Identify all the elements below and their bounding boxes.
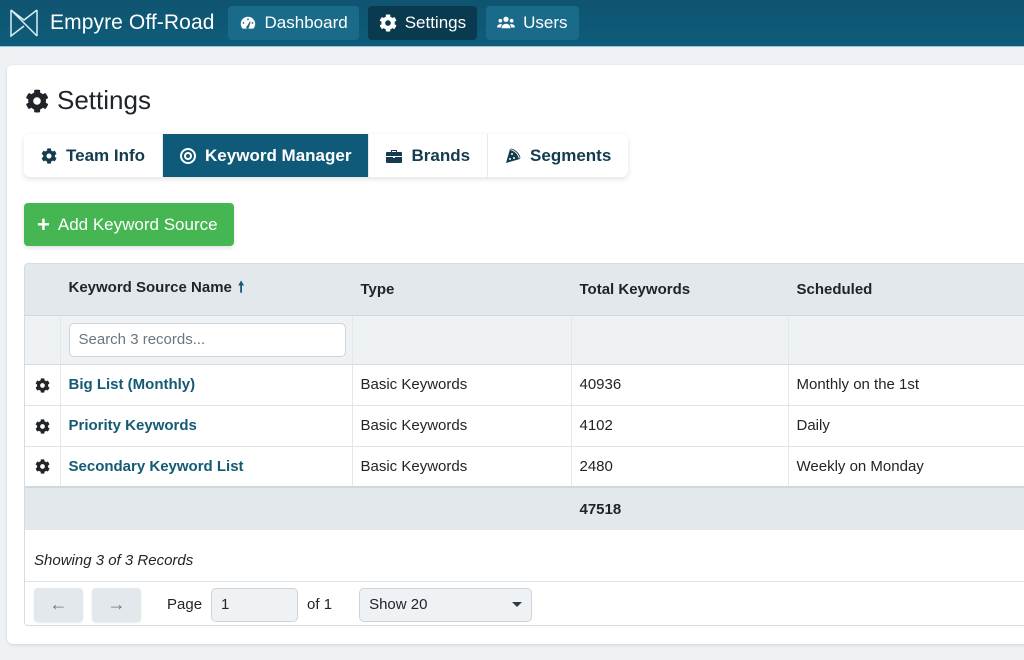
pizza-slice-icon xyxy=(506,148,521,163)
briefcase-icon xyxy=(386,149,403,163)
row-settings-button[interactable] xyxy=(25,405,61,447)
tab-brands-label: Brands xyxy=(411,145,471,165)
settings-tabs: Team Info Keyword Manager Brands Segment… xyxy=(24,134,629,177)
column-header-name[interactable]: Keyword Source Name 🠕 xyxy=(60,264,353,316)
page-number-input[interactable] xyxy=(211,587,299,622)
caret-down-icon xyxy=(512,602,523,607)
keyword-source-link[interactable]: Secondary Keyword List xyxy=(69,458,244,475)
nav-dashboard[interactable]: Dashboard xyxy=(227,6,359,40)
page-size-value: Show 20 xyxy=(369,596,428,613)
records-count-text: Showing 3 of 3 Records xyxy=(25,540,1024,582)
page-label: Page xyxy=(167,596,203,613)
column-header-actions xyxy=(25,264,61,316)
pagination: ← → Page of 1 Show 20 xyxy=(25,582,1024,625)
scheduled-cell: Daily xyxy=(788,405,1024,447)
users-icon xyxy=(497,16,516,29)
footer-cell-empty xyxy=(352,486,572,530)
scheduled-cell: Weekly on Monday xyxy=(788,446,1024,488)
settings-card: Settings Team Info Keyword Manager Brand… xyxy=(7,65,1024,644)
filter-cell-empty xyxy=(25,315,61,365)
logo-icon[interactable] xyxy=(9,8,39,38)
add-keyword-source-button[interactable]: + Add Keyword Source xyxy=(24,203,234,246)
sort-ascending-icon[interactable]: 🠕 xyxy=(238,279,244,296)
gear-icon xyxy=(35,419,50,434)
gear-icon xyxy=(379,14,397,32)
target-icon xyxy=(180,147,197,164)
filter-cell-empty xyxy=(788,315,1024,365)
row-settings-button[interactable] xyxy=(25,446,61,488)
nav-dashboard-label: Dashboard xyxy=(264,13,348,32)
gear-icon xyxy=(41,148,57,164)
nav-users[interactable]: Users xyxy=(486,6,579,40)
footer-total-keywords: 47518 xyxy=(571,486,789,530)
footer-cell-empty xyxy=(60,486,353,530)
table-footer-row: 47518 xyxy=(25,486,1024,530)
total-keywords-cell: 4102 xyxy=(571,405,789,447)
tab-keyword-manager-label: Keyword Manager xyxy=(205,145,352,165)
page-size-select[interactable]: Show 20 xyxy=(359,587,533,622)
footer-cell-empty xyxy=(788,486,1024,530)
arrow-right-icon: → xyxy=(107,594,126,614)
total-keywords-cell: 40936 xyxy=(571,364,789,406)
total-keywords-cell: 2480 xyxy=(571,446,789,488)
search-input[interactable] xyxy=(68,322,346,357)
tab-keyword-manager[interactable]: Keyword Manager xyxy=(163,134,370,177)
nav-settings-label: Settings xyxy=(404,13,467,32)
page-title-text: Settings xyxy=(57,85,151,115)
tab-team-info[interactable]: Team Info xyxy=(24,134,164,177)
keyword-source-link[interactable]: Big List (Monthly) xyxy=(69,376,196,393)
column-header-name-label: Keyword Source Name xyxy=(68,278,232,296)
page-total-label: of 1 xyxy=(307,596,333,613)
brand-name[interactable]: Empyre Off-Road xyxy=(50,11,215,35)
page-title: Settings xyxy=(25,85,151,116)
table-row: Big List (Monthly) Basic Keywords 40936 … xyxy=(25,364,1024,406)
footer-cell-empty xyxy=(25,486,61,530)
table-row: Priority Keywords Basic Keywords 4102 Da… xyxy=(25,405,1024,447)
column-header-scheduled[interactable]: Scheduled xyxy=(788,264,1024,316)
add-keyword-source-label: Add Keyword Source xyxy=(57,214,218,234)
table-row: Secondary Keyword List Basic Keywords 24… xyxy=(25,446,1024,488)
gear-icon xyxy=(25,89,49,113)
arrow-left-icon: ← xyxy=(49,594,68,614)
tab-segments[interactable]: Segments xyxy=(488,134,628,177)
keyword-source-link[interactable]: Priority Keywords xyxy=(69,417,197,434)
plus-icon: + xyxy=(37,211,50,237)
tab-brands[interactable]: Brands xyxy=(369,134,489,177)
tab-segments-label: Segments xyxy=(530,145,612,165)
filter-cell-empty xyxy=(571,315,789,365)
keyword-sources-table: Keyword Source Name 🠕 Type Total Keywords… xyxy=(24,263,1024,626)
column-header-total-keywords[interactable]: Total Keywords xyxy=(571,264,789,316)
nav-users-label: Users xyxy=(523,13,568,32)
gear-icon xyxy=(35,459,50,474)
type-cell: Basic Keywords xyxy=(352,446,572,488)
top-navbar: Empyre Off-Road Dashboard Settings Users xyxy=(0,0,1024,47)
previous-page-button[interactable]: ← xyxy=(34,587,83,622)
gear-icon xyxy=(35,378,50,393)
column-header-type[interactable]: Type xyxy=(352,264,572,316)
next-page-button[interactable]: → xyxy=(92,587,141,622)
filter-cell-empty xyxy=(352,315,572,365)
tab-team-info-label: Team Info xyxy=(66,145,146,165)
filter-cell-name xyxy=(60,315,353,365)
nav-settings[interactable]: Settings xyxy=(367,6,478,40)
scheduled-cell: Monthly on the 1st xyxy=(788,364,1024,406)
type-cell: Basic Keywords xyxy=(352,405,572,447)
gauge-icon xyxy=(240,16,255,29)
type-cell: Basic Keywords xyxy=(352,364,572,406)
row-settings-button[interactable] xyxy=(25,364,61,406)
